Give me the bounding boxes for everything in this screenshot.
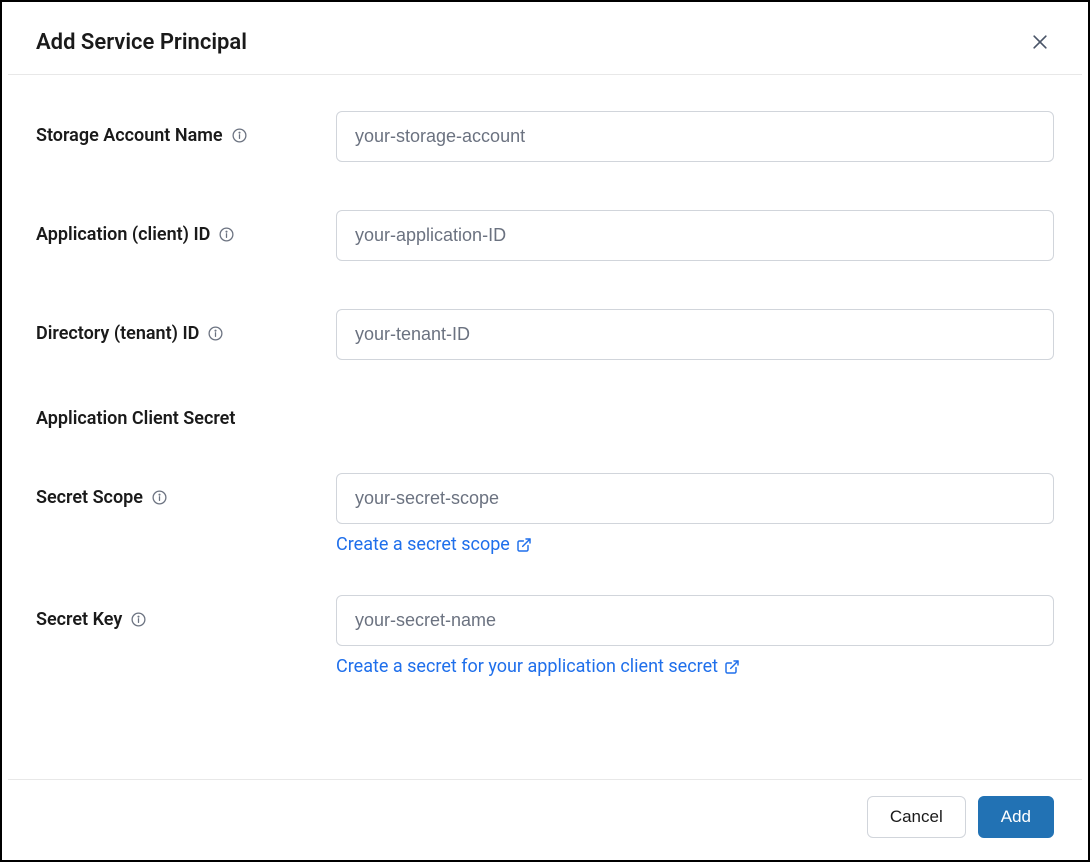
application-id-row: Application (client) ID bbox=[36, 210, 1054, 261]
application-id-label-col: Application (client) ID bbox=[36, 210, 336, 245]
directory-id-label: Directory (tenant) ID bbox=[36, 323, 199, 344]
create-secret-link[interactable]: Create a secret for your application cli… bbox=[336, 656, 740, 677]
application-id-input[interactable] bbox=[336, 210, 1054, 261]
application-id-input-col bbox=[336, 210, 1054, 261]
secret-key-input-col: Create a secret for your application cli… bbox=[336, 595, 1054, 677]
secret-scope-row: Secret Scope Create a secret scope bbox=[36, 473, 1054, 555]
modal-footer: Cancel Add bbox=[8, 779, 1082, 854]
add-service-principal-modal: Add Service Principal Storage Account Na… bbox=[0, 0, 1090, 862]
external-link-icon bbox=[724, 659, 740, 675]
storage-account-input[interactable] bbox=[336, 111, 1054, 162]
close-icon bbox=[1030, 32, 1050, 52]
storage-account-row: Storage Account Name bbox=[36, 111, 1054, 162]
create-secret-scope-link[interactable]: Create a secret scope bbox=[336, 534, 532, 555]
modal-body: Storage Account Name Application (client… bbox=[8, 75, 1082, 779]
create-secret-scope-link-text: Create a secret scope bbox=[336, 534, 510, 555]
cancel-button[interactable]: Cancel bbox=[867, 796, 966, 838]
directory-id-input-col bbox=[336, 309, 1054, 360]
create-secret-link-text: Create a secret for your application cli… bbox=[336, 656, 718, 677]
secret-key-label-col: Secret Key bbox=[36, 595, 336, 630]
info-icon[interactable] bbox=[151, 489, 168, 506]
external-link-icon bbox=[516, 537, 532, 553]
secret-scope-label: Secret Scope bbox=[36, 487, 143, 508]
directory-id-row: Directory (tenant) ID bbox=[36, 309, 1054, 360]
storage-account-input-col bbox=[336, 111, 1054, 162]
add-button[interactable]: Add bbox=[978, 796, 1054, 838]
secret-key-input[interactable] bbox=[336, 595, 1054, 646]
secret-scope-input[interactable] bbox=[336, 473, 1054, 524]
info-icon[interactable] bbox=[130, 611, 147, 628]
directory-id-label-col: Directory (tenant) ID bbox=[36, 309, 336, 344]
storage-account-label-col: Storage Account Name bbox=[36, 111, 336, 146]
secret-key-label: Secret Key bbox=[36, 609, 122, 630]
client-secret-section: Application Client Secret bbox=[36, 408, 1054, 429]
info-icon[interactable] bbox=[218, 226, 235, 243]
application-id-label: Application (client) ID bbox=[36, 224, 210, 245]
info-icon[interactable] bbox=[231, 127, 248, 144]
secret-key-row: Secret Key Create a secret for your appl… bbox=[36, 595, 1054, 677]
client-secret-section-label: Application Client Secret bbox=[36, 408, 235, 429]
directory-id-input[interactable] bbox=[336, 309, 1054, 360]
storage-account-label: Storage Account Name bbox=[36, 125, 223, 146]
close-button[interactable] bbox=[1026, 28, 1054, 56]
info-icon[interactable] bbox=[207, 325, 224, 342]
secret-scope-input-col: Create a secret scope bbox=[336, 473, 1054, 555]
modal-title: Add Service Principal bbox=[36, 30, 247, 55]
modal-header: Add Service Principal bbox=[8, 8, 1082, 75]
secret-scope-label-col: Secret Scope bbox=[36, 473, 336, 508]
